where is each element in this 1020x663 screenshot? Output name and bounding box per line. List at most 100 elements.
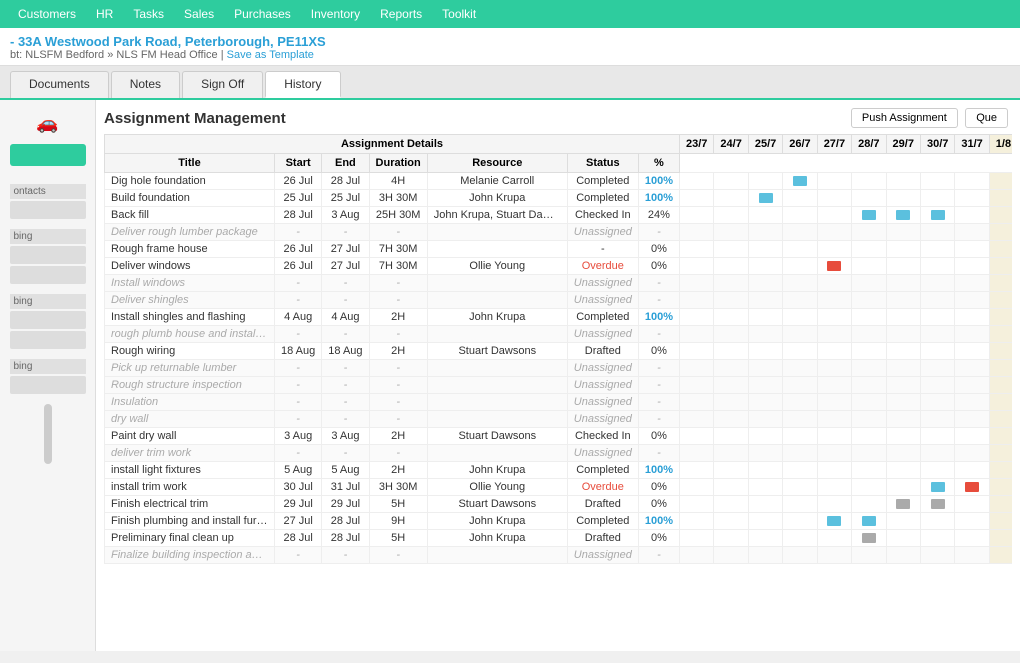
row-status: Unassigned (567, 224, 638, 241)
sidebar-bing2-item2[interactable] (10, 331, 86, 349)
row-title: Dig hole foundation (105, 173, 275, 190)
nav-reports[interactable]: Reports (370, 3, 432, 25)
gantt-cell (989, 326, 1012, 343)
gantt-cell (783, 224, 817, 241)
row-status: Completed (567, 190, 638, 207)
row-start: - (275, 275, 322, 292)
row-title: Build foundation (105, 190, 275, 207)
gantt-cell (680, 292, 714, 309)
tab-signoff[interactable]: Sign Off (182, 71, 263, 98)
sidebar-section-bing2: bing (10, 294, 86, 351)
table-row: deliver trim work---Unassigned- (105, 445, 1013, 462)
gantt-cell (783, 445, 817, 462)
gantt-cell (748, 428, 782, 445)
gantt-cell (989, 394, 1012, 411)
row-resource (427, 241, 567, 258)
gantt-cell (817, 258, 851, 275)
row-end: 28 Jul (322, 513, 369, 530)
row-title: rough plumb house and install duct (105, 326, 275, 343)
nav-inventory[interactable]: Inventory (301, 3, 370, 25)
gantt-cell (886, 513, 920, 530)
sidebar-bing1-item2[interactable] (10, 266, 86, 284)
sidebar-scrollbar[interactable] (44, 404, 52, 464)
gantt-cell (955, 241, 989, 258)
row-end: - (322, 377, 369, 394)
sidebar-contact-1[interactable] (10, 201, 86, 219)
col-pct: % (638, 154, 679, 173)
gantt-cell (886, 292, 920, 309)
gantt-cell (714, 496, 748, 513)
gantt-cell (748, 377, 782, 394)
row-end: 3 Aug (322, 428, 369, 445)
row-duration: - (369, 360, 427, 377)
sidebar-section-contacts: ontacts (10, 184, 86, 221)
gantt-cell (920, 343, 954, 360)
nav-purchases[interactable]: Purchases (224, 3, 301, 25)
sidebar-search-bar[interactable] (10, 144, 86, 166)
gantt-cell (886, 258, 920, 275)
tab-notes[interactable]: Notes (111, 71, 180, 98)
breadcrumb-area: - 33A Westwood Park Road, Peterborough, … (0, 28, 1020, 66)
queue-button[interactable]: Que (965, 108, 1008, 128)
gantt-cell (783, 258, 817, 275)
gantt-col-3: 26/7 (783, 135, 817, 154)
gantt-cell (852, 479, 886, 496)
sidebar-bing2-item1[interactable] (10, 311, 86, 329)
row-end: 5 Aug (322, 462, 369, 479)
gantt-cell (817, 462, 851, 479)
push-assignment-button[interactable]: Push Assignment (851, 108, 958, 128)
sidebar-bing3-item1[interactable] (10, 376, 86, 394)
sidebar-bing2-label: bing (10, 294, 86, 309)
row-resource (427, 445, 567, 462)
gantt-cell (886, 241, 920, 258)
gantt-cell (714, 258, 748, 275)
gantt-cell (955, 326, 989, 343)
gantt-cell (817, 309, 851, 326)
row-pct: - (638, 224, 679, 241)
gantt-cell (955, 173, 989, 190)
row-title: Back fill (105, 207, 275, 224)
gantt-cell (714, 428, 748, 445)
sidebar-contacts-label: ontacts (10, 184, 86, 199)
sidebar-bing1-item1[interactable] (10, 246, 86, 264)
nav-hr[interactable]: HR (86, 3, 123, 25)
row-end: - (322, 360, 369, 377)
assignment-header: Assignment Management Push Assignment Qu… (104, 108, 1012, 128)
row-start: 29 Jul (275, 496, 322, 513)
nav-toolkit[interactable]: Toolkit (432, 3, 486, 25)
gantt-cell (783, 428, 817, 445)
gantt-cell (852, 326, 886, 343)
tab-documents[interactable]: Documents (10, 71, 109, 98)
gantt-cell (989, 309, 1012, 326)
row-status: Unassigned (567, 394, 638, 411)
nav-customers[interactable]: Customers (8, 3, 86, 25)
row-title: dry wall (105, 411, 275, 428)
sidebar-bing1-label: bing (10, 229, 86, 244)
row-end: - (322, 547, 369, 564)
row-resource: Ollie Young (427, 258, 567, 275)
gantt-cell (680, 428, 714, 445)
sidebar-truck-icon: 🚗 (28, 108, 68, 138)
gantt-cell (920, 547, 954, 564)
nav-tasks[interactable]: Tasks (123, 3, 174, 25)
row-pct: 24% (638, 207, 679, 224)
gantt-cell (886, 309, 920, 326)
row-start: 28 Jul (275, 207, 322, 224)
gantt-cell (748, 360, 782, 377)
table-row: install light fixtures5 Aug5 Aug2HJohn K… (105, 462, 1013, 479)
row-title: Deliver shingles (105, 292, 275, 309)
gantt-cell (852, 513, 886, 530)
gantt-cell (989, 496, 1012, 513)
row-end: - (322, 411, 369, 428)
gantt-cell (955, 462, 989, 479)
col-title: Title (105, 154, 275, 173)
save-template-link[interactable]: Save as Template (227, 49, 314, 61)
tab-history[interactable]: History (265, 71, 340, 98)
nav-sales[interactable]: Sales (174, 3, 224, 25)
main-layout: 🚗 ontacts bing bing bing Assignment (0, 100, 1020, 651)
row-pct: - (638, 292, 679, 309)
row-end: 3 Aug (322, 207, 369, 224)
table-row: Deliver rough lumber package---Unassigne… (105, 224, 1013, 241)
gantt-cell (817, 224, 851, 241)
row-pct: - (638, 547, 679, 564)
